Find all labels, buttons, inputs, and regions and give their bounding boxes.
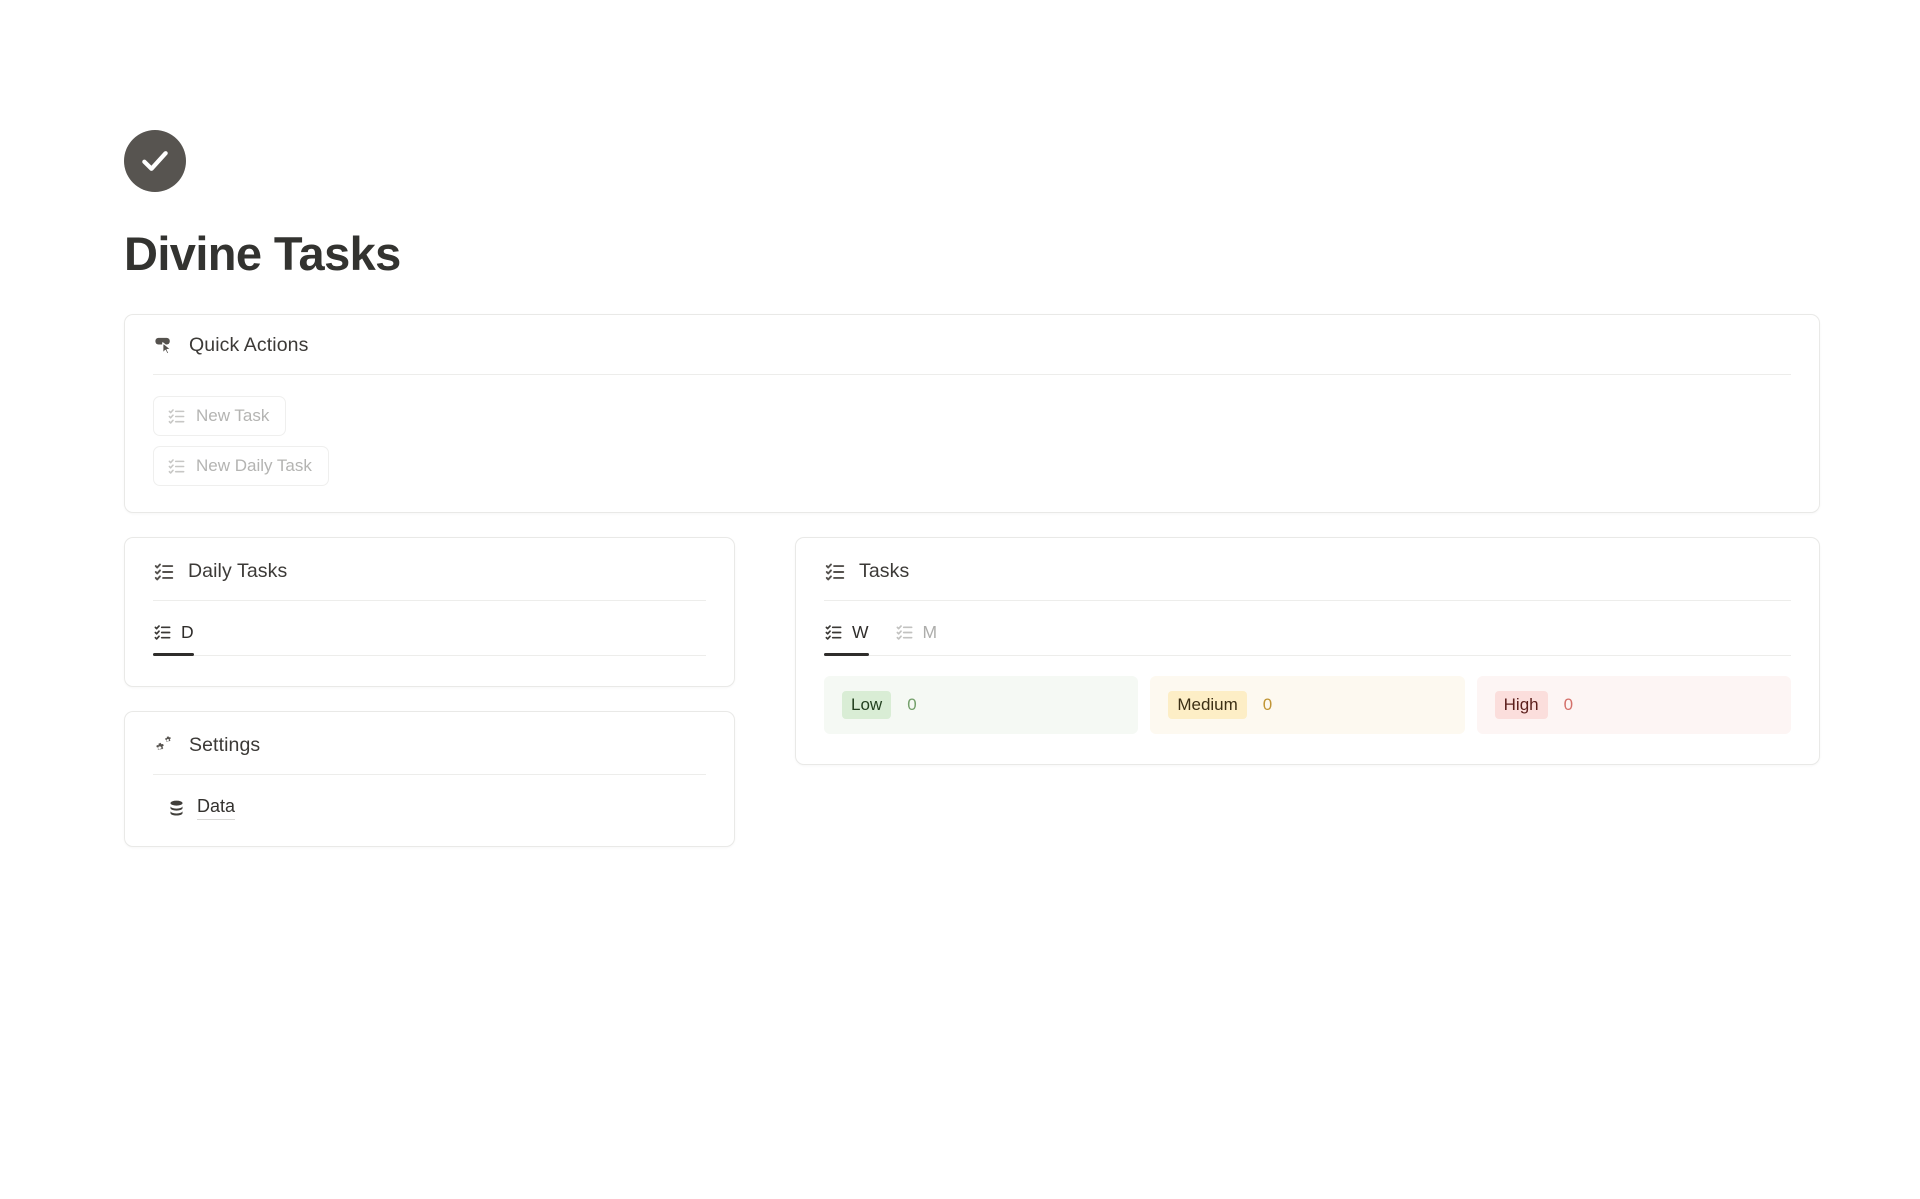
list-checks-icon <box>167 407 186 426</box>
main-columns: Daily Tasks D Settings Data Tasks W M Lo… <box>124 537 1820 848</box>
page-content: Divine Tasks Quick Actions New Task New … <box>124 130 1820 848</box>
right-column: Tasks W M Low 0 Medium 0 High 0 <box>795 537 1820 765</box>
tasks-card: Tasks W M Low 0 Medium 0 High 0 <box>795 537 1820 765</box>
priority-cell-low[interactable]: Low 0 <box>824 676 1139 734</box>
tab-daily-d-label: D <box>181 622 194 643</box>
tab-daily-d[interactable]: D <box>153 622 194 657</box>
priority-summary-grid: Low 0 Medium 0 High 0 <box>824 676 1791 734</box>
daily-tasks-card: Daily Tasks D <box>124 537 735 688</box>
page-title: Divine Tasks <box>124 227 401 280</box>
list-checks-icon <box>153 623 172 642</box>
priority-cell-high[interactable]: High 0 <box>1476 676 1791 734</box>
quick-actions-title: Quick Actions <box>189 334 309 357</box>
app-root: Divine Tasks Quick Actions New Task New … <box>0 0 1920 1199</box>
settings-link-list: Data <box>153 796 706 821</box>
status-badge-low: Low <box>842 691 892 719</box>
daily-tasks-tabs: D <box>153 622 706 657</box>
mouse-pointer-click-icon <box>153 334 176 357</box>
priority-count-medium: 0 <box>1262 694 1273 714</box>
new-task-button-label: New Task <box>196 406 270 426</box>
priority-cell-medium[interactable]: Medium 0 <box>1150 676 1465 734</box>
settings-link-data[interactable]: Data <box>167 796 236 821</box>
list-checks-icon <box>824 623 843 642</box>
tabs-row: W M <box>824 622 1791 657</box>
new-daily-task-button[interactable]: New Daily Task <box>153 446 329 487</box>
new-task-button[interactable]: New Task <box>153 396 287 437</box>
app-logo <box>124 130 186 192</box>
tab-tasks-w-label: W <box>852 622 869 643</box>
tasks-body: W M Low 0 Medium 0 High 0 <box>796 601 1819 763</box>
daily-tasks-body: D <box>125 601 734 686</box>
settings-link-data-label: Data <box>197 796 236 821</box>
tasks-header: Tasks <box>796 538 1819 583</box>
tabs-row: D <box>153 622 706 657</box>
status-badge-high: High <box>1494 691 1548 719</box>
priority-count-high: 0 <box>1563 694 1574 714</box>
settings-title: Settings <box>189 734 261 757</box>
priority-count-low: 0 <box>907 694 917 714</box>
list-checks-icon <box>824 561 846 583</box>
quick-actions-card: Quick Actions New Task New Daily Task <box>124 314 1820 514</box>
list-checks-icon <box>895 623 914 642</box>
list-checks-icon <box>167 457 186 476</box>
database-icon <box>167 799 186 818</box>
settings-header: Settings <box>125 712 734 757</box>
tasks-tabs: W M <box>824 622 1791 657</box>
settings-card: Settings Data <box>124 711 735 848</box>
tasks-title: Tasks <box>859 560 910 583</box>
list-checks-icon <box>153 561 175 583</box>
tabs-underline <box>824 655 1791 657</box>
tab-tasks-m[interactable]: M <box>895 622 938 656</box>
left-column: Daily Tasks D Settings Data <box>124 537 735 848</box>
quick-actions-header: Quick Actions <box>125 315 1819 357</box>
quick-actions-button-list: New Task New Daily Task <box>153 396 1791 487</box>
status-badge-medium: Medium <box>1168 691 1247 719</box>
tab-tasks-m-label: M <box>922 622 938 643</box>
tabs-underline <box>153 655 706 657</box>
tab-tasks-w[interactable]: W <box>824 622 869 657</box>
new-daily-task-button-label: New Daily Task <box>196 456 312 476</box>
daily-tasks-header: Daily Tasks <box>125 538 734 583</box>
daily-tasks-title: Daily Tasks <box>188 560 288 583</box>
cogs-icon <box>153 734 176 757</box>
check-circle-icon <box>138 144 172 178</box>
settings-body: Data <box>125 775 734 846</box>
quick-actions-body: New Task New Daily Task <box>125 375 1819 512</box>
